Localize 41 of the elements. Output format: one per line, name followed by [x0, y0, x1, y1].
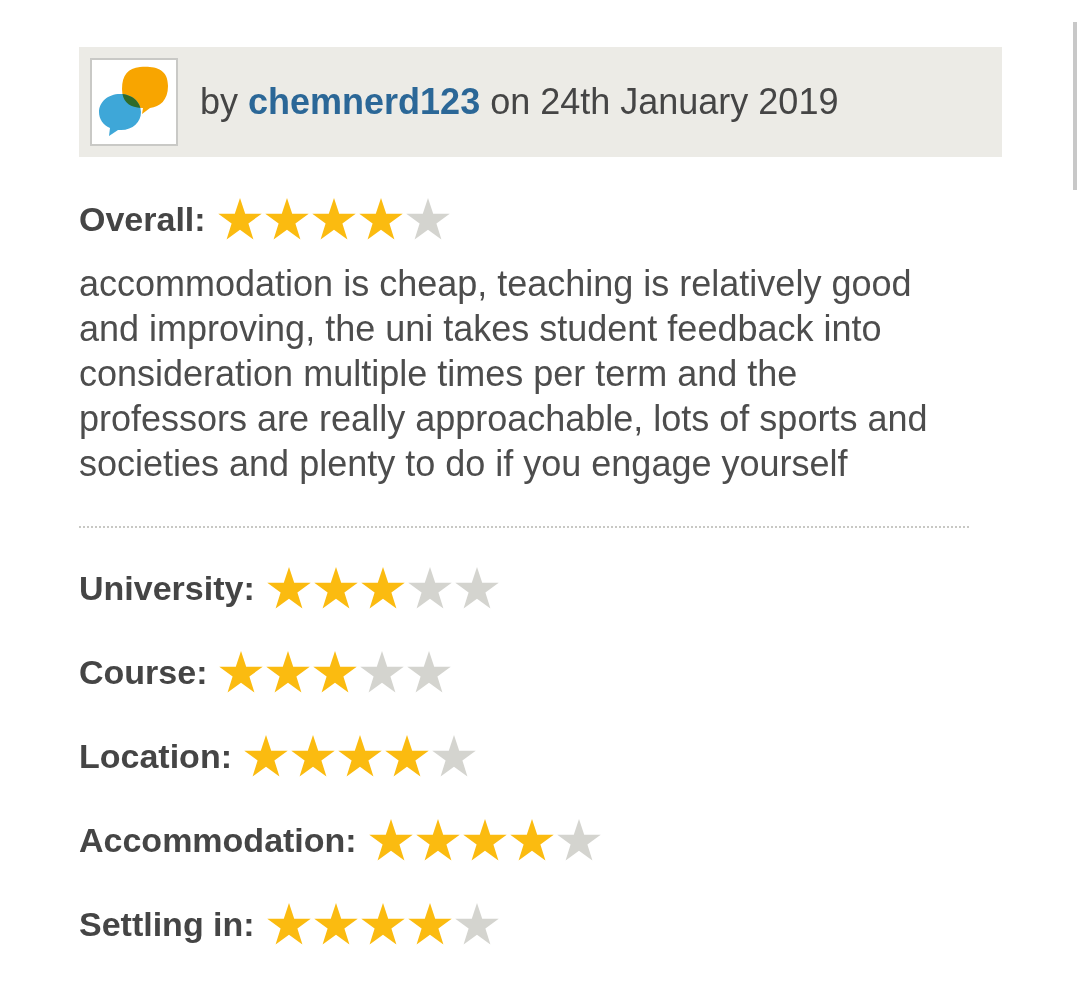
empty-star-icon	[360, 651, 405, 693]
filled-star-icon	[360, 567, 405, 609]
rating-label: Location:	[79, 736, 232, 776]
review-text: accommodation is cheap, teaching is relatively good and improving, the uni takes student feedback into consideration multiple times per term and the professors are really approachable, lots of sports and societies and plenty to do if you engage yourself	[79, 261, 969, 528]
filled-star-icon	[313, 903, 358, 945]
empty-star-icon	[407, 567, 452, 609]
empty-star-icon	[407, 651, 452, 693]
empty-star-icon	[454, 567, 499, 609]
filled-star-icon	[244, 735, 288, 777]
review-byline: by chemnerd123 on 24th January 2019	[200, 81, 839, 123]
empty-star-icon	[556, 819, 601, 861]
author-link[interactable]: chemnerd123	[248, 81, 481, 122]
filled-star-icon	[385, 735, 429, 777]
filled-star-icon	[266, 651, 311, 693]
rating-label: Settling in:	[79, 904, 255, 944]
filled-star-icon	[291, 735, 335, 777]
filled-star-icon	[313, 651, 358, 693]
filled-star-icon	[368, 819, 413, 861]
filled-star-icon	[313, 567, 358, 609]
filled-star-icon	[462, 819, 507, 861]
rating-label: Accommodation:	[79, 820, 357, 860]
empty-star-icon	[432, 735, 476, 777]
filled-star-icon	[266, 567, 311, 609]
speech-bubbles-icon	[90, 58, 178, 146]
rating-label: University:	[79, 568, 255, 608]
filled-star-icon	[407, 903, 452, 945]
rating-label: Course:	[79, 652, 208, 692]
filled-star-icon	[509, 819, 554, 861]
filled-star-icon	[338, 735, 382, 777]
filled-star-icon	[217, 198, 262, 240]
filled-star-icon	[360, 903, 405, 945]
filled-star-icon	[264, 198, 309, 240]
rating-label: Overall:	[79, 199, 206, 239]
empty-star-icon	[454, 903, 499, 945]
filled-star-icon	[415, 819, 460, 861]
filled-star-icon	[219, 651, 264, 693]
filled-star-icon	[266, 903, 311, 945]
filled-star-icon	[311, 198, 356, 240]
filled-star-icon	[358, 198, 403, 240]
empty-star-icon	[405, 198, 450, 240]
scrollbar[interactable]	[1073, 22, 1077, 190]
